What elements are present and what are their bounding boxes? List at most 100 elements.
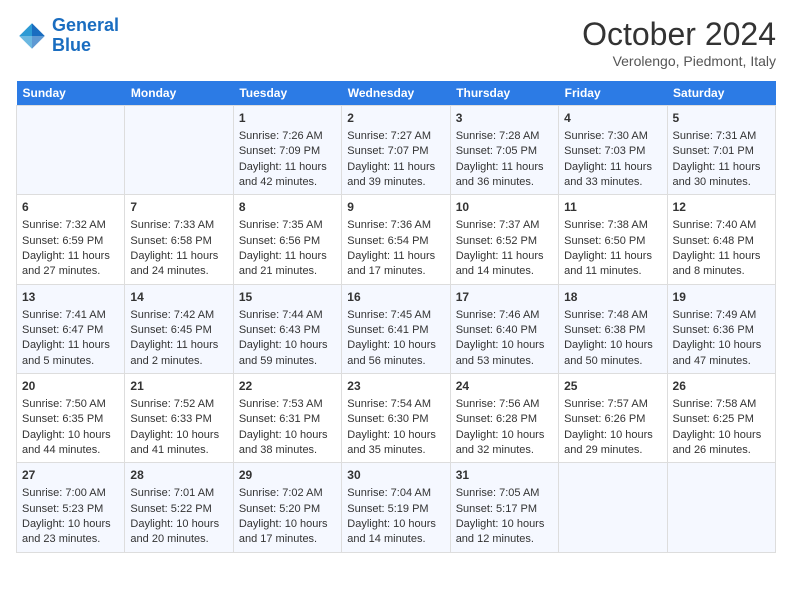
calendar-cell: 24Sunrise: 7:56 AMSunset: 6:28 PMDayligh…	[450, 374, 558, 463]
day-info: Sunrise: 7:50 AM	[22, 397, 119, 412]
day-info: Sunset: 6:41 PM	[347, 323, 444, 338]
day-info: Sunset: 6:43 PM	[239, 323, 336, 338]
calendar-cell: 25Sunrise: 7:57 AMSunset: 6:26 PMDayligh…	[559, 374, 667, 463]
day-info: Sunrise: 7:28 AM	[456, 129, 553, 144]
day-info: Sunset: 7:07 PM	[347, 144, 444, 159]
day-info: Daylight: 11 hours and 5 minutes.	[22, 338, 119, 369]
day-number: 31	[456, 467, 553, 484]
calendar-cell: 13Sunrise: 7:41 AMSunset: 6:47 PMDayligh…	[17, 284, 125, 373]
day-info: Daylight: 11 hours and 17 minutes.	[347, 249, 444, 280]
day-info: Sunset: 6:50 PM	[564, 234, 661, 249]
day-info: Daylight: 10 hours and 41 minutes.	[130, 428, 227, 459]
day-info: Sunset: 6:30 PM	[347, 412, 444, 427]
calendar-cell: 21Sunrise: 7:52 AMSunset: 6:33 PMDayligh…	[125, 374, 233, 463]
day-info: Daylight: 11 hours and 42 minutes.	[239, 160, 336, 191]
day-number: 12	[673, 199, 770, 216]
day-info: Sunrise: 7:52 AM	[130, 397, 227, 412]
day-number: 6	[22, 199, 119, 216]
calendar-cell: 15Sunrise: 7:44 AMSunset: 6:43 PMDayligh…	[233, 284, 341, 373]
day-info: Sunset: 6:40 PM	[456, 323, 553, 338]
day-info: Daylight: 10 hours and 56 minutes.	[347, 338, 444, 369]
day-number: 18	[564, 289, 661, 306]
day-info: Daylight: 11 hours and 36 minutes.	[456, 160, 553, 191]
day-info: Sunset: 7:09 PM	[239, 144, 336, 159]
day-info: Sunrise: 7:53 AM	[239, 397, 336, 412]
day-info: Daylight: 10 hours and 20 minutes.	[130, 517, 227, 548]
day-number: 22	[239, 378, 336, 395]
calendar-cell: 28Sunrise: 7:01 AMSunset: 5:22 PMDayligh…	[125, 463, 233, 552]
calendar-cell: 26Sunrise: 7:58 AMSunset: 6:25 PMDayligh…	[667, 374, 775, 463]
calendar-cell: 11Sunrise: 7:38 AMSunset: 6:50 PMDayligh…	[559, 195, 667, 284]
day-info: Sunrise: 7:41 AM	[22, 308, 119, 323]
calendar-cell: 8Sunrise: 7:35 AMSunset: 6:56 PMDaylight…	[233, 195, 341, 284]
day-info: Sunrise: 7:58 AM	[673, 397, 770, 412]
day-info: Sunrise: 7:35 AM	[239, 218, 336, 233]
calendar-cell: 7Sunrise: 7:33 AMSunset: 6:58 PMDaylight…	[125, 195, 233, 284]
day-info: Sunset: 5:17 PM	[456, 502, 553, 517]
calendar-cell: 19Sunrise: 7:49 AMSunset: 6:36 PMDayligh…	[667, 284, 775, 373]
day-info: Sunrise: 7:05 AM	[456, 486, 553, 501]
weekday-header: Friday	[559, 81, 667, 106]
page-header: General Blue October 2024 Verolengo, Pie…	[16, 16, 776, 69]
day-info: Daylight: 11 hours and 33 minutes.	[564, 160, 661, 191]
day-info: Sunset: 6:31 PM	[239, 412, 336, 427]
weekday-header: Thursday	[450, 81, 558, 106]
day-info: Daylight: 11 hours and 2 minutes.	[130, 338, 227, 369]
day-info: Sunrise: 7:44 AM	[239, 308, 336, 323]
day-info: Daylight: 10 hours and 47 minutes.	[673, 338, 770, 369]
day-info: Sunrise: 7:49 AM	[673, 308, 770, 323]
day-info: Daylight: 10 hours and 59 minutes.	[239, 338, 336, 369]
day-info: Daylight: 10 hours and 17 minutes.	[239, 517, 336, 548]
day-number: 14	[130, 289, 227, 306]
day-info: Sunrise: 7:56 AM	[456, 397, 553, 412]
day-info: Sunrise: 7:02 AM	[239, 486, 336, 501]
day-info: Daylight: 10 hours and 53 minutes.	[456, 338, 553, 369]
day-number: 1	[239, 110, 336, 127]
day-info: Daylight: 10 hours and 32 minutes.	[456, 428, 553, 459]
day-number: 29	[239, 467, 336, 484]
day-number: 2	[347, 110, 444, 127]
calendar-cell: 12Sunrise: 7:40 AMSunset: 6:48 PMDayligh…	[667, 195, 775, 284]
calendar-cell: 9Sunrise: 7:36 AMSunset: 6:54 PMDaylight…	[342, 195, 450, 284]
day-number: 27	[22, 467, 119, 484]
day-number: 25	[564, 378, 661, 395]
day-info: Daylight: 10 hours and 35 minutes.	[347, 428, 444, 459]
day-info: Sunset: 6:36 PM	[673, 323, 770, 338]
day-info: Daylight: 10 hours and 44 minutes.	[22, 428, 119, 459]
day-info: Sunset: 6:52 PM	[456, 234, 553, 249]
calendar-cell	[559, 463, 667, 552]
logo: General Blue	[16, 16, 119, 56]
weekday-header: Monday	[125, 81, 233, 106]
day-info: Daylight: 10 hours and 14 minutes.	[347, 517, 444, 548]
calendar-week-row: 13Sunrise: 7:41 AMSunset: 6:47 PMDayligh…	[17, 284, 776, 373]
weekday-header: Saturday	[667, 81, 775, 106]
calendar-cell	[17, 106, 125, 195]
weekday-row: SundayMondayTuesdayWednesdayThursdayFrid…	[17, 81, 776, 106]
day-info: Daylight: 10 hours and 50 minutes.	[564, 338, 661, 369]
day-info: Daylight: 10 hours and 29 minutes.	[564, 428, 661, 459]
calendar-week-row: 1Sunrise: 7:26 AMSunset: 7:09 PMDaylight…	[17, 106, 776, 195]
calendar-cell: 20Sunrise: 7:50 AMSunset: 6:35 PMDayligh…	[17, 374, 125, 463]
day-number: 16	[347, 289, 444, 306]
day-info: Daylight: 10 hours and 23 minutes.	[22, 517, 119, 548]
calendar-cell: 18Sunrise: 7:48 AMSunset: 6:38 PMDayligh…	[559, 284, 667, 373]
day-info: Sunset: 6:35 PM	[22, 412, 119, 427]
weekday-header: Sunday	[17, 81, 125, 106]
day-info: Sunrise: 7:46 AM	[456, 308, 553, 323]
day-info: Daylight: 10 hours and 12 minutes.	[456, 517, 553, 548]
day-info: Daylight: 11 hours and 30 minutes.	[673, 160, 770, 191]
day-number: 9	[347, 199, 444, 216]
day-info: Sunset: 6:25 PM	[673, 412, 770, 427]
calendar-cell: 17Sunrise: 7:46 AMSunset: 6:40 PMDayligh…	[450, 284, 558, 373]
day-info: Daylight: 11 hours and 8 minutes.	[673, 249, 770, 280]
calendar-cell: 14Sunrise: 7:42 AMSunset: 6:45 PMDayligh…	[125, 284, 233, 373]
day-info: Sunrise: 7:33 AM	[130, 218, 227, 233]
day-number: 28	[130, 467, 227, 484]
month-title: October 2024	[582, 16, 776, 53]
day-info: Sunrise: 7:27 AM	[347, 129, 444, 144]
day-info: Sunrise: 7:37 AM	[456, 218, 553, 233]
day-info: Daylight: 11 hours and 24 minutes.	[130, 249, 227, 280]
weekday-header: Wednesday	[342, 81, 450, 106]
day-info: Sunrise: 7:57 AM	[564, 397, 661, 412]
day-info: Sunrise: 7:31 AM	[673, 129, 770, 144]
